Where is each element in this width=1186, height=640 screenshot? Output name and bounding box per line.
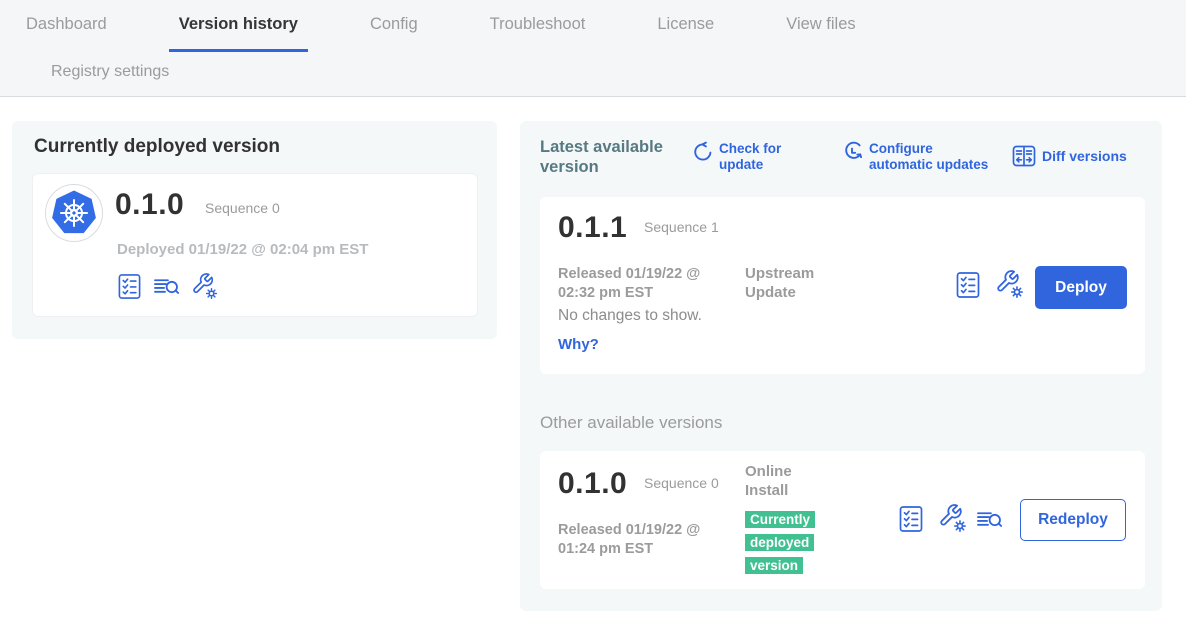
latest-released-timestamp: Released 01/19/22 @ 02:32 pm EST [558,265,718,303]
tab-version-history-label: Version history [179,15,298,34]
wrench-gear-icon[interactable] [938,503,968,533]
currently-deployed-badge: Currently deployed version [745,509,825,578]
tab-dashboard-label: Dashboard [26,15,107,34]
tab-license[interactable]: License [647,0,724,52]
other-version-number: 0.1.0 [558,467,627,501]
tab-dashboard[interactable]: Dashboard [16,0,117,52]
latest-sequence-label: Sequence 1 [644,219,724,237]
latest-version-card: 0.1.1 Sequence 1 Released 01/19/22 @ 02:… [540,197,1145,374]
file-search-icon[interactable] [153,274,180,299]
tab-license-label: License [657,15,714,34]
diff-versions-label: Diff versions [1042,148,1127,165]
latest-available-title: Latest available version [540,138,690,178]
latest-source-label: Upstream Update [745,265,840,303]
app-logo [45,184,103,242]
deployed-version-card: 0.1.0 Sequence 0 Deployed 01/19/22 @ 02:… [32,173,478,317]
check-for-update-label: Check for update [719,141,801,173]
tab-registry-settings[interactable]: Registry settings [41,52,179,92]
kubernetes-logo-icon [50,189,98,237]
deploy-button[interactable]: Deploy [1035,266,1127,309]
tab-view-files-label: View files [786,15,855,34]
deployed-icon-row [117,272,219,300]
why-link[interactable]: Why? [558,336,599,353]
other-source-label: Online Install [745,463,807,501]
deployed-sequence-label: Sequence 0 [205,200,280,218]
refresh-icon [692,141,713,173]
diff-versions-link[interactable]: Diff versions [1012,145,1127,167]
checklist-icon[interactable] [117,273,142,300]
wrench-gear-icon[interactable] [191,272,219,300]
redeploy-button[interactable]: Redeploy [1020,499,1126,541]
main-content: Currently deployed version 0.1.0 Sequenc… [0,97,1186,639]
configure-automatic-updates-link[interactable]: Configure automatic updates [842,141,999,173]
no-changes-text: No changes to show. [558,307,702,325]
check-for-update-link[interactable]: Check for update [692,141,801,173]
tab-config-label: Config [370,15,418,34]
deployed-version-number: 0.1.0 [115,188,184,222]
nav-row-2: Registry settings [0,52,1186,92]
latest-available-panel: Latest available version Check for updat… [520,121,1162,611]
wrench-gear-icon[interactable] [995,269,1025,299]
auto-update-clock-icon [842,141,863,173]
latest-version-number: 0.1.1 [558,211,627,245]
file-search-icon[interactable] [976,507,1003,532]
checklist-icon[interactable] [898,505,924,533]
configure-automatic-updates-label: Configure automatic updates [869,141,999,173]
tab-troubleshoot-label: Troubleshoot [490,15,586,34]
currently-deployed-badge-label: Currently deployed version [745,511,815,574]
currently-deployed-title: Currently deployed version [34,136,280,158]
other-sequence-label: Sequence 0 [644,475,724,493]
tab-view-files[interactable]: View files [776,0,865,52]
checklist-icon[interactable] [955,271,981,299]
tab-version-history[interactable]: Version history [169,0,308,52]
currently-deployed-panel: Currently deployed version 0.1.0 Sequenc… [12,121,497,339]
top-nav: Dashboard Version history Config Trouble… [0,0,1186,97]
other-available-versions-title: Other available versions [540,413,722,433]
diff-icon [1012,145,1036,167]
deployed-timestamp: Deployed 01/19/22 @ 02:04 pm EST [117,240,368,260]
tab-registry-settings-label: Registry settings [51,63,169,81]
deploy-button-label: Deploy [1055,279,1107,297]
other-released-timestamp: Released 01/19/22 @ 01:24 pm EST [558,521,718,559]
redeploy-button-label: Redeploy [1038,511,1108,529]
nav-row-1: Dashboard Version history Config Trouble… [0,0,1186,52]
other-version-card: 0.1.0 Sequence 0 Online Install Currentl… [540,451,1145,589]
tab-config[interactable]: Config [360,0,428,52]
tab-troubleshoot[interactable]: Troubleshoot [480,0,596,52]
